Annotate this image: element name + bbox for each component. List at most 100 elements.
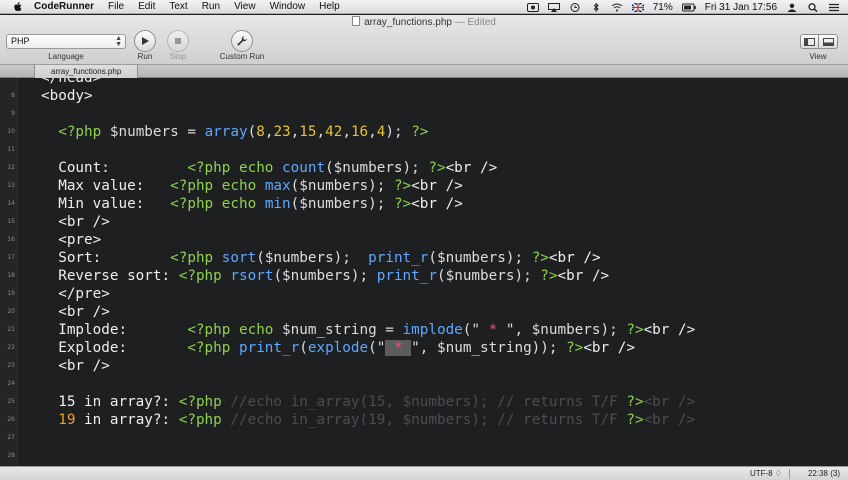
custom-run-button[interactable] [231,30,253,52]
view-label: View [809,52,827,61]
code-line[interactable]: 24 [0,375,848,393]
code-token: ($numbers); [437,268,541,284]
code-line[interactable]: 8 <body> [0,87,848,105]
code-token: ", $num_string)); [411,340,567,356]
code-text: </head> [41,78,101,87]
code-text: Count: <?php echo count($numbers); ?><br… [41,159,497,177]
code-line[interactable]: 20 <br /> [0,303,848,321]
code-line[interactable]: 13 Max value: <?php echo max($numbers); … [0,177,848,195]
code-token: print_r [376,268,437,284]
code-text: <br /> [41,357,110,375]
code-line[interactable]: 10 <?php $numbers = array(8,23,15,42,16,… [0,123,848,141]
code-token: 15 [299,124,317,140]
line-number: 10 [7,128,15,135]
code-line[interactable]: 25 15 in array?: <?php //echo in_array(1… [0,393,848,411]
code-token: <br /> [411,196,463,212]
code-line[interactable]: 12 Count: <?php echo count($numbers); ?>… [0,159,848,177]
user-icon[interactable] [786,3,798,12]
code-editor[interactable]: </head> 8 <body> 9 10 <?php $numbers = array… [0,78,848,466]
code-line[interactable]: 22 Explode: <?php print_r(explode(" * ",… [0,339,848,357]
apple-icon[interactable] [12,1,24,13]
menu-view[interactable]: View [234,0,256,14]
code-token: ?> [393,178,412,194]
code-token: ( [299,340,308,356]
menu-file[interactable]: File [108,0,124,14]
screen-record-icon[interactable] [526,2,539,12]
menu-run[interactable]: Run [202,0,220,14]
stop-button[interactable] [167,30,189,52]
code-line[interactable]: 9 [0,105,848,123]
view-toggle-console[interactable] [819,34,838,49]
code-text: Min value: <?php echo min($numbers); ?><… [41,195,463,213]
menubar: CodeRunner File Edit Text Run View Windo… [0,0,848,14]
code-token: 16 [350,124,369,140]
code-token: max [264,178,291,194]
code-token: , [368,124,377,140]
code-line[interactable]: 27 [0,429,848,447]
line-number: 26 [7,416,15,423]
code-line[interactable]: 11 [0,141,848,159]
code-line[interactable]: 21 Implode: <?php echo $num_string = imp… [0,321,848,339]
code-token: $num_string = [282,322,403,338]
code-token: sort [221,250,257,266]
menu-window[interactable]: Window [270,0,306,14]
window-title: array_functions.php — Edited [0,16,848,28]
code-token: <br /> [583,340,635,356]
battery-percent[interactable]: 71% [653,2,673,13]
code-token: ", $numbers); [505,322,627,338]
code-line[interactable]: </head> [0,78,848,87]
code-line[interactable]: 16 <pre> [0,231,848,249]
line-number: 28 [7,452,15,459]
code-token: array [204,124,248,140]
stop-label: Stop [169,52,187,61]
code-token: <?php [170,250,222,266]
code-token: implode [402,322,463,338]
code-line[interactable]: 18 Reverse sort: <?php rsort($numbers); … [0,267,848,285]
menu-help[interactable]: Help [319,0,340,14]
menu-text[interactable]: Text [169,0,187,14]
spotlight-search-icon[interactable] [807,2,819,12]
line-number: 15 [7,218,15,225]
run-button[interactable] [134,30,156,52]
line-number: 24 [7,380,15,387]
time-machine-icon[interactable] [569,2,581,12]
code-token: <br /> [411,178,463,194]
edited-indicator: — Edited [454,17,496,28]
code-token: ($numbers); [290,178,394,194]
code-token: <br /> [643,322,696,338]
tab-array-functions[interactable]: array_functions.php [34,65,139,78]
code-line[interactable]: 26 19 in array?: <?php //echo in_array(1… [0,411,848,429]
code-token: <?php [178,394,231,410]
code-text: <pre> [41,231,101,249]
code-line[interactable]: 14 Min value: <?php echo min($numbers); … [0,195,848,213]
code-token: Sort: [41,250,171,266]
bluetooth-icon[interactable] [590,2,602,12]
view-toggle-sidebar[interactable] [800,34,819,49]
menu-app-name[interactable]: CodeRunner [34,0,94,14]
airplay-icon[interactable] [547,2,560,12]
code-line[interactable]: 23 <br /> [0,357,848,375]
code-token: explode [307,340,369,356]
language-select[interactable]: PHP ▲ ▼ [6,34,126,49]
encoding-selector[interactable]: UTF-8 ♢ [750,469,782,478]
code-line[interactable]: 15 <br /> [0,213,848,231]
code-token: ($numbers); [256,250,369,266]
code-token: <br /> [557,268,610,284]
wifi-icon[interactable] [611,3,623,12]
code-line[interactable]: 17 Sort: <?php sort($numbers); print_r($… [0,249,848,267]
flag-uk-icon[interactable] [631,2,644,12]
menu-edit[interactable]: Edit [138,0,155,14]
code-line[interactable]: 28 [0,447,848,465]
line-number: 23 [7,362,15,369]
clock[interactable]: Fri 31 Jan 17:56 [705,2,777,13]
code-token: * [480,322,506,338]
code-line[interactable]: 19 </pre> [0,285,848,303]
code-token: ?> [626,394,644,410]
custom-run-label: Custom Run [219,52,265,61]
line-number: 18 [7,272,15,279]
notification-center-icon[interactable] [828,3,840,12]
code-token: <br /> [41,304,110,320]
battery-icon[interactable] [681,3,696,12]
code-token: </head> [41,78,102,86]
code-token: ?> [566,340,584,356]
